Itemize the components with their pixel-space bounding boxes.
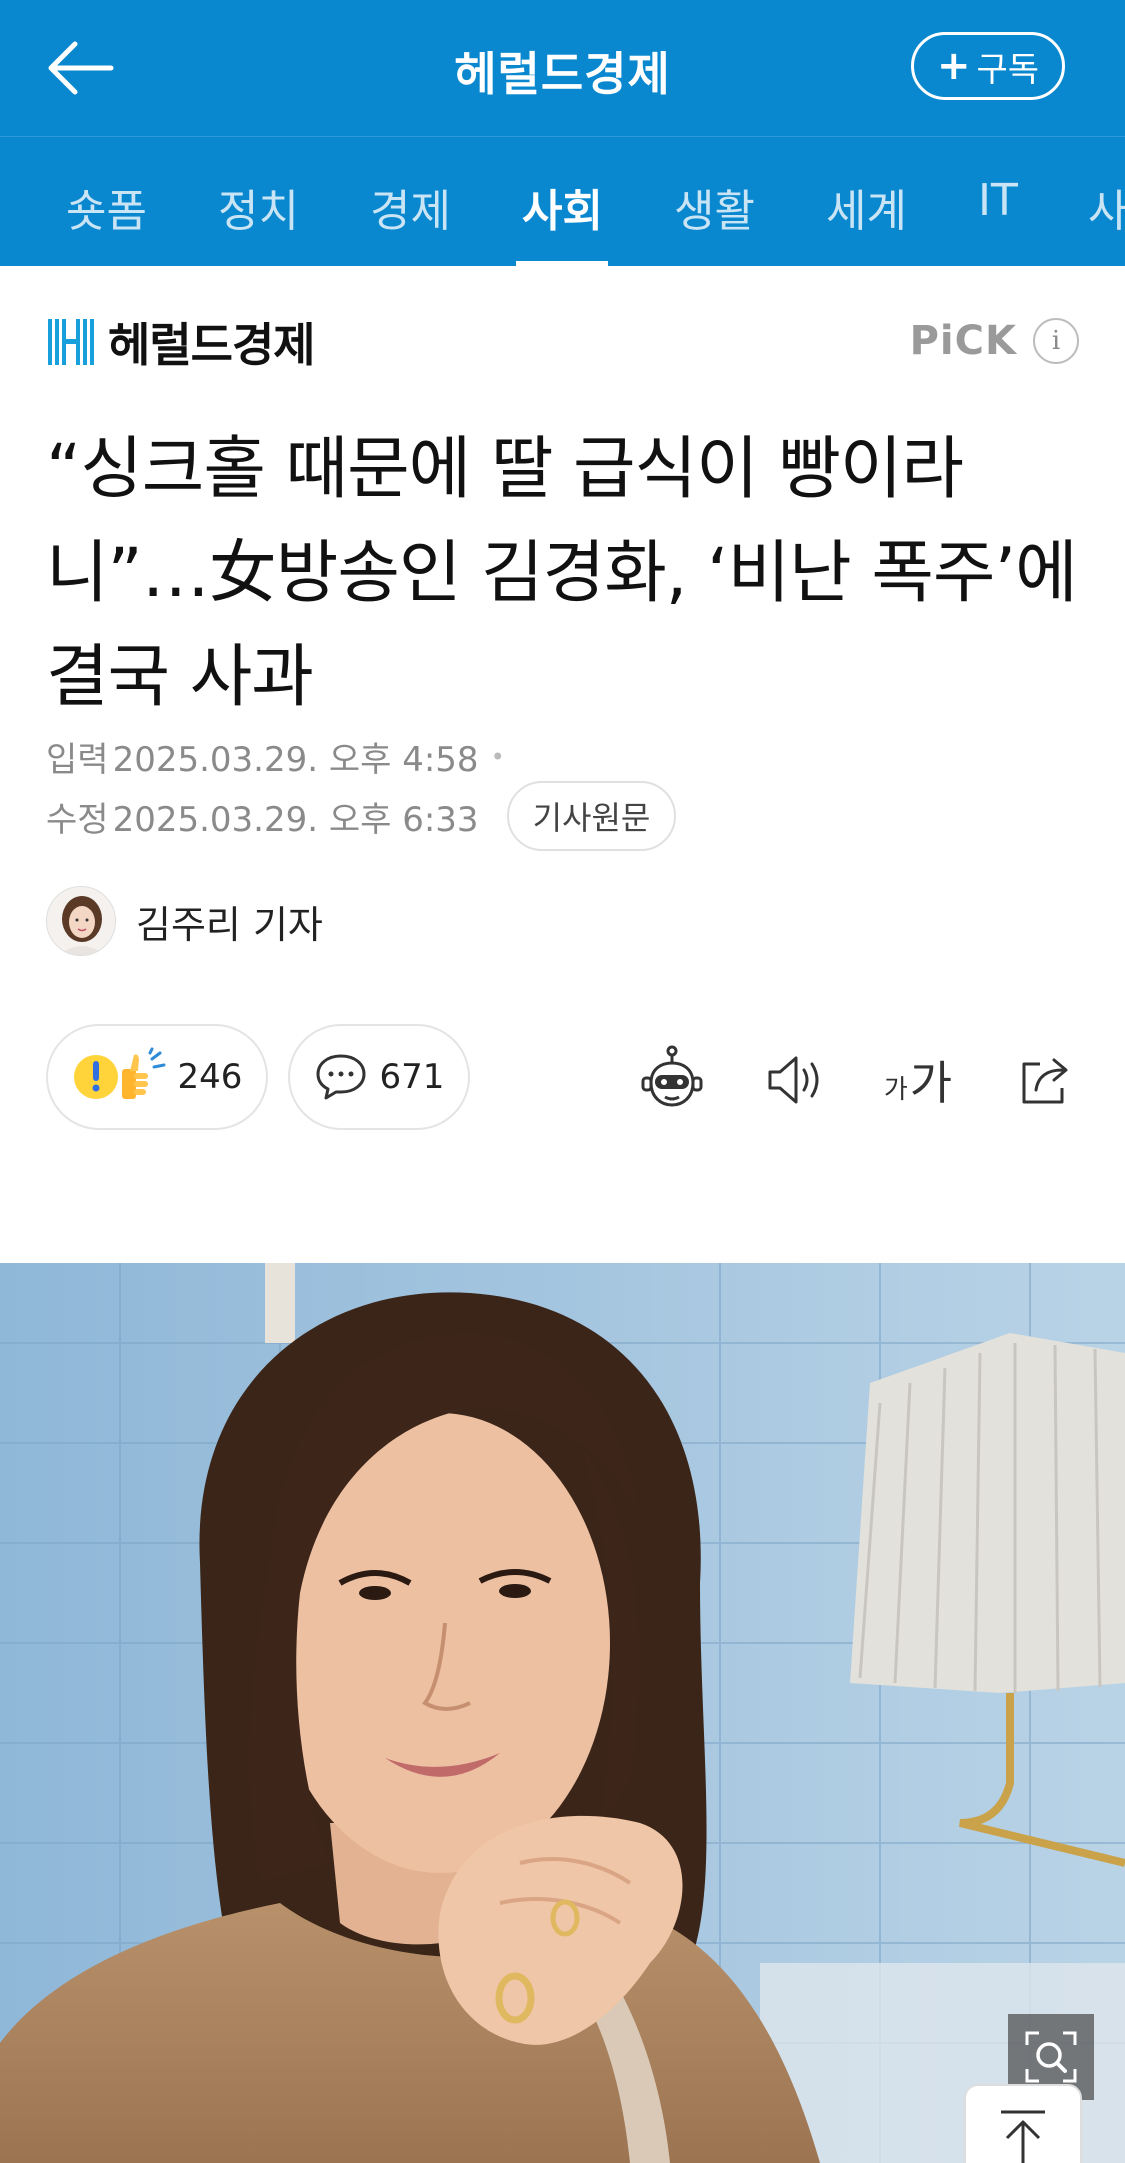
subscribe-label: 구독 xyxy=(976,49,1040,90)
tab-world[interactable]: 세계 xyxy=(826,175,907,239)
font-size-button[interactable]: 가 가 xyxy=(878,1040,958,1120)
pick-label: PiCK xyxy=(909,318,1017,364)
edit-time-row: 수정 2025.03.29. 오후 6:33 기사원문 xyxy=(46,781,677,851)
speaker-icon xyxy=(768,1056,819,1104)
tab-more[interactable]: 사 xyxy=(1088,175,1125,239)
font-size-icon: 가 가 xyxy=(884,1060,952,1106)
summary-bot-button[interactable] xyxy=(632,1040,712,1120)
plus-icon: + xyxy=(936,43,971,89)
reporter-avatar xyxy=(46,886,116,956)
tab-politics[interactable]: 정치 xyxy=(218,175,299,239)
input-label: 입력 xyxy=(46,740,109,780)
robot-summary-icon xyxy=(641,1045,703,1107)
comment-button[interactable]: 671 xyxy=(288,1024,470,1130)
press-logo[interactable]: 헤럴드경제 xyxy=(46,314,316,372)
font-size-large: 가 xyxy=(909,1056,953,1110)
info-icon[interactable]: i xyxy=(1033,318,1079,364)
reaction-count: 246 xyxy=(177,1057,243,1097)
comment-icon xyxy=(316,1054,366,1100)
edit-time: 2025.03.29. 오후 6:33 xyxy=(112,799,479,840)
active-tab-indicator xyxy=(516,261,608,266)
original-article-button[interactable]: 기사원문 xyxy=(506,781,677,851)
herald-logo-icon xyxy=(48,319,94,365)
reaction-emoji-icon xyxy=(73,1047,166,1099)
reporter-name: 김주리 기자 xyxy=(136,902,323,947)
tab-shortform[interactable]: 숏폼 xyxy=(66,175,147,239)
category-tabs: 숏폼 정치 경제 사회 생활 세계 IT 사 xyxy=(0,136,1125,266)
font-size-small: 가 xyxy=(883,1075,908,1105)
tab-it[interactable]: IT xyxy=(978,175,1018,226)
arrow-up-icon xyxy=(1001,2110,1045,2163)
press-name: 헤럴드경제 xyxy=(108,318,316,372)
input-time-row: 입력 2025.03.29. 오후 4:58 • xyxy=(46,732,505,781)
article-headline: “싱크홀 때문에 딸 급식이 빵이라니”…女방송인 김경화, ‘비난 폭주’에 … xyxy=(46,430,1078,717)
scroll-top-button[interactable] xyxy=(964,2084,1082,2163)
separator-dot: • xyxy=(490,742,505,771)
tab-economy[interactable]: 경제 xyxy=(370,175,451,239)
zoom-search-icon xyxy=(1025,2031,1077,2083)
tab-life[interactable]: 생활 xyxy=(674,175,755,239)
pick-badge: PiCK i xyxy=(910,318,1079,364)
tts-button[interactable] xyxy=(756,1040,836,1120)
reporter-info[interactable]: 김주리 기자 xyxy=(46,886,323,956)
input-time: 2025.03.29. 오후 4:58 xyxy=(112,740,479,780)
tab-society[interactable]: 사회 xyxy=(522,175,603,239)
app-header: 헤럴드경제 + 구독 xyxy=(0,0,1125,136)
edit-label: 수정 xyxy=(46,799,109,840)
share-icon xyxy=(1022,1058,1068,1104)
comment-count: 671 xyxy=(379,1057,445,1097)
article-photo[interactable] xyxy=(0,1263,1125,2163)
share-button[interactable] xyxy=(1006,1040,1086,1120)
subscribe-button[interactable]: + 구독 xyxy=(911,32,1065,100)
reaction-button[interactable]: 246 xyxy=(46,1024,268,1130)
